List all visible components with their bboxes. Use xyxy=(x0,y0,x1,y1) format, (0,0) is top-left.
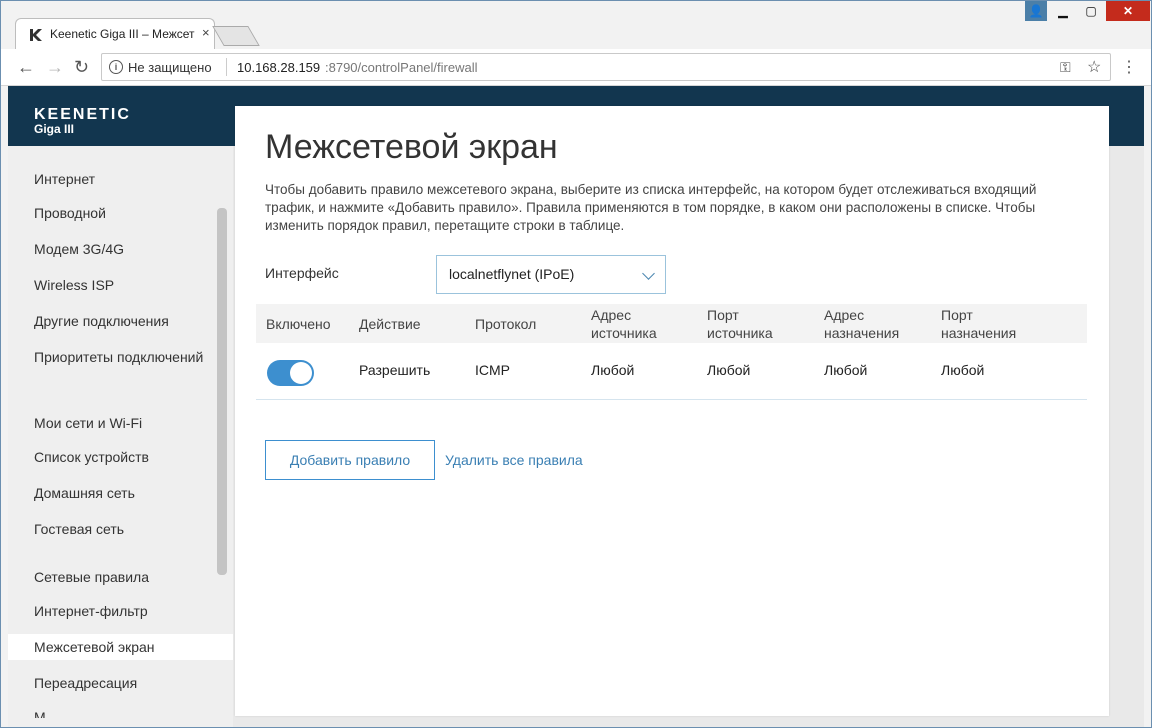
sidebar-item-other-connections[interactable]: Другие подключения xyxy=(8,312,233,330)
cell-action: Разрешить xyxy=(359,362,431,378)
sidebar-item-internet-filter[interactable]: Интернет-фильтр xyxy=(8,602,233,620)
minimize-button[interactable]: ▁ xyxy=(1050,1,1076,21)
delete-all-rules-link[interactable]: Удалить все правила xyxy=(445,452,583,468)
browser-window: Keenetic Giga III – Межсет × 👤 ▁ ▢ ✕ ← →… xyxy=(0,0,1152,728)
toggle-knob xyxy=(290,362,312,384)
sidebar-scrollbar[interactable] xyxy=(217,208,227,575)
col-src-port: Порт источника xyxy=(707,307,773,341)
cell-dst-port: Любой xyxy=(941,362,985,378)
browser-tab[interactable]: Keenetic Giga III – Межсет × xyxy=(15,18,215,49)
address-bar[interactable]: i Не защищено 10.168.28.159 :8790/contro… xyxy=(101,53,1111,81)
col-enabled: Включено xyxy=(266,316,331,332)
add-rule-button[interactable]: Добавить правило xyxy=(265,440,435,480)
chevron-down-icon xyxy=(642,267,655,280)
address-separator xyxy=(226,58,227,76)
new-tab-button[interactable] xyxy=(212,26,260,46)
keenetic-logo-icon xyxy=(30,29,42,41)
table-row[interactable]: Разрешить ICMP Любой Любой Любой Любой xyxy=(256,343,1087,400)
title-bar: Keenetic Giga III – Межсет × 👤 ▁ ▢ ✕ xyxy=(1,1,1151,49)
browser-toolbar: ← → ↻ i Не защищено 10.168.28.159 :8790/… xyxy=(1,49,1151,86)
security-label[interactable]: Не защищено xyxy=(128,60,212,75)
sidebar-item-priorities[interactable]: Приоритеты подключений xyxy=(8,348,208,366)
tab-close-icon[interactable]: × xyxy=(202,25,210,40)
interface-label: Интерфейс xyxy=(265,265,339,281)
reload-icon[interactable]: ↻ xyxy=(74,57,89,78)
cell-dst-addr: Любой xyxy=(824,362,868,378)
menu-icon[interactable]: ⋮ xyxy=(1121,57,1137,77)
tab-title: Keenetic Giga III – Межсет xyxy=(50,27,195,41)
star-icon[interactable]: ☆ xyxy=(1087,57,1101,77)
sidebar-item-firewall[interactable]: Межсетевой экран xyxy=(8,634,233,660)
rules-table-header: Включено Действие Протокол Адрес источни… xyxy=(256,304,1087,343)
interface-select-value: localnetflynet (IPoE) xyxy=(449,266,575,282)
sidebar-item-internet[interactable]: Интернет xyxy=(8,170,233,188)
sidebar-item-network-rules[interactable]: Сетевые правила xyxy=(8,568,233,586)
page-title: Межсетевой экран xyxy=(265,128,558,166)
url-path[interactable]: :8790/controlPanel/firewall xyxy=(325,60,477,75)
col-src-addr: Адрес источника xyxy=(591,307,657,341)
close-button[interactable]: ✕ xyxy=(1106,1,1150,21)
sidebar-item-modem[interactable]: Модем 3G/4G xyxy=(8,240,233,258)
sidebar-item-my-networks[interactable]: Мои сети и Wi-Fi xyxy=(8,414,233,432)
sidebar-item-device-list[interactable]: Список устройств xyxy=(8,448,233,466)
back-icon[interactable]: ← xyxy=(17,57,35,78)
sidebar: Интернет Проводной Модем 3G/4G Wireless … xyxy=(8,146,233,727)
page-description: Чтобы добавить правило межсетевого экран… xyxy=(265,182,1037,233)
user-icon[interactable]: 👤 xyxy=(1025,1,1047,21)
forward-icon[interactable]: → xyxy=(46,57,64,78)
cell-protocol: ICMP xyxy=(475,362,510,378)
sidebar-item-wired[interactable]: Проводной xyxy=(8,204,233,222)
enabled-toggle[interactable] xyxy=(267,360,314,386)
info-icon[interactable]: i xyxy=(109,60,123,74)
sidebar-item-guest-network[interactable]: Гостевая сеть xyxy=(8,520,233,538)
firewall-card: Межсетевой экран Чтобы добавить правило … xyxy=(235,106,1109,716)
maximize-button[interactable]: ▢ xyxy=(1078,1,1104,21)
page-content: KEENETIC Giga III Интернет Проводной Мод… xyxy=(8,86,1144,727)
col-protocol: Протокол xyxy=(475,316,537,332)
sidebar-item-wisp[interactable]: Wireless ISP xyxy=(8,276,233,294)
sidebar-item-port-forwarding[interactable]: Переадресация xyxy=(8,674,233,692)
model-name: Giga III xyxy=(34,122,75,136)
interface-select[interactable]: localnetflynet (IPoE) xyxy=(436,255,666,294)
sidebar-item-home-network[interactable]: Домашняя сеть xyxy=(8,484,233,502)
col-action: Действие xyxy=(359,316,421,332)
cell-src-port: Любой xyxy=(707,362,751,378)
col-dst-port: Порт назначения xyxy=(941,307,1017,341)
col-dst-addr: Адрес назначения xyxy=(824,307,900,341)
key-icon[interactable]: ⚿ xyxy=(1060,59,1071,76)
url-host[interactable]: 10.168.28.159 xyxy=(237,60,320,75)
cell-src-addr: Любой xyxy=(591,362,635,378)
sidebar-item-partial[interactable]: М... xyxy=(8,708,233,718)
